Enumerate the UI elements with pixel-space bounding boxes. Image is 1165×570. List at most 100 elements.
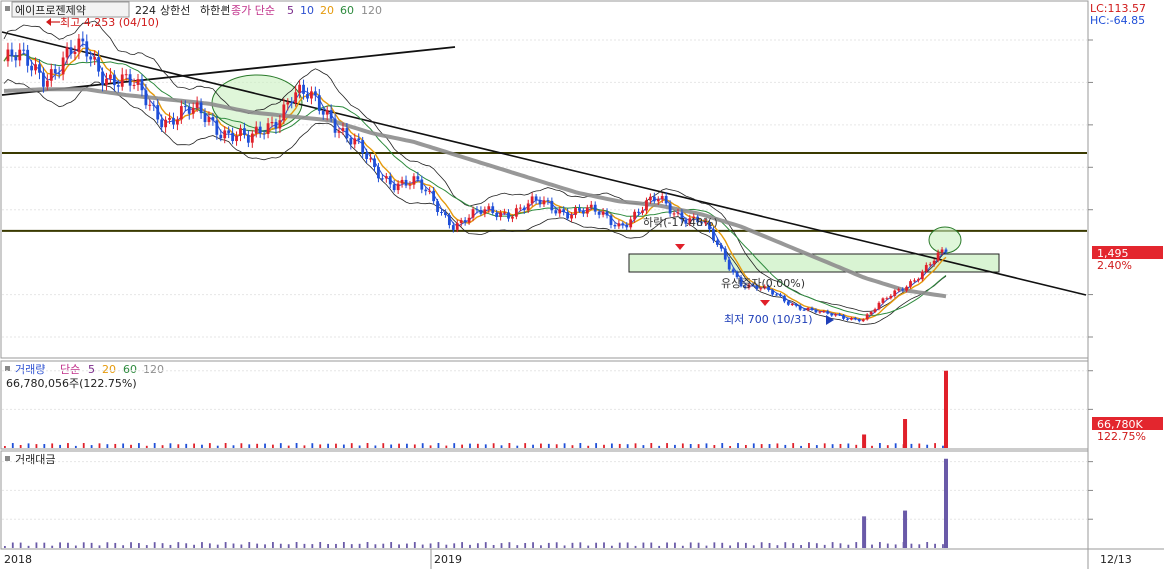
amount-bar (43, 542, 46, 548)
amount-bar (886, 543, 889, 548)
volume-ma-60: 60 (123, 363, 137, 376)
candle-body (712, 229, 715, 241)
candle-body (294, 92, 298, 103)
volume-bar (193, 443, 195, 448)
candle-body (550, 200, 554, 211)
volume-bar (784, 444, 787, 448)
amount-bar (476, 543, 479, 548)
candle-body (290, 102, 294, 104)
candle-body (499, 212, 503, 218)
candle-body (57, 73, 61, 75)
candle-body (530, 196, 534, 204)
candle-body (802, 309, 806, 311)
price-legend: 에이프로젠제약 224 상한선 하한선 종가 단순 5 10 20 60 120 (5, 1, 382, 18)
amount-panel-frame (0, 450, 1089, 550)
trend-lines (1, 31, 1087, 296)
volume-bar (831, 444, 834, 448)
trendline-down-long (1, 31, 1087, 296)
volume-bar (350, 443, 353, 448)
candle-body (818, 311, 822, 313)
amount-bar (4, 546, 6, 548)
candle-body (570, 214, 573, 219)
candle-body (786, 301, 790, 305)
candle-body (629, 219, 633, 228)
candle-body (507, 212, 510, 219)
volume-bar (886, 445, 889, 448)
amount-bar (350, 544, 353, 548)
amount-bar (650, 542, 653, 548)
candle-body (779, 294, 782, 296)
candle-body (73, 51, 77, 55)
candle-body (317, 95, 321, 111)
amount-bars (4, 458, 948, 548)
amount-bar (169, 544, 172, 548)
amount-bar (721, 542, 724, 548)
candle-body (30, 65, 33, 71)
candle-body (34, 64, 37, 71)
amount-bar (453, 543, 456, 548)
volume-bar (98, 443, 101, 448)
amount-bar (19, 542, 22, 548)
drop-label: 하락(-17.48%) (643, 215, 718, 229)
candle-body (641, 210, 644, 213)
price-panel-frame (0, 0, 1089, 359)
amount-spike-bar (944, 458, 948, 548)
candle-body (518, 207, 522, 209)
volume-bar (208, 443, 211, 448)
candle-body (195, 102, 199, 108)
amount-bar (358, 543, 361, 548)
volume-bar (839, 443, 842, 448)
amount-bar (256, 543, 259, 548)
candle-body (144, 90, 148, 106)
upper-limit-label: 상한선 (160, 4, 190, 17)
volume-bar (11, 443, 14, 448)
candle-body (822, 311, 826, 313)
candle-body (109, 74, 112, 79)
candle-body (69, 47, 73, 55)
candle-body (120, 74, 124, 87)
candle-body (672, 213, 676, 215)
candle-body (897, 289, 901, 291)
volume-bar (634, 443, 637, 448)
volume-bar (130, 444, 132, 448)
candle-body (495, 212, 499, 218)
x-label-2018: 2018 (4, 553, 32, 566)
volume-bar (311, 443, 314, 448)
candle-body (353, 138, 357, 145)
candle-body (526, 203, 530, 211)
amount-bar (540, 545, 542, 548)
candle-body (191, 107, 195, 114)
candle-body (436, 201, 439, 212)
amount-bar (335, 543, 337, 548)
candle-body (483, 209, 487, 214)
volume-ma-label: 단순 (60, 363, 80, 376)
legend-marker (5, 6, 10, 11)
volume-bar (161, 445, 164, 448)
candle-body (85, 41, 89, 57)
candle-body (719, 244, 723, 249)
volume-value: 66,780,056주(122.75%) (6, 377, 137, 390)
amount-bar (67, 542, 69, 548)
candle-body (771, 290, 774, 295)
candle-body (846, 318, 849, 320)
volume-bar (185, 443, 188, 448)
volume-bar (59, 444, 61, 448)
volume-bar (358, 445, 361, 448)
volume-bar (319, 444, 322, 448)
candle-body (924, 264, 928, 272)
volume-bar (453, 443, 456, 448)
candle-body (416, 176, 420, 180)
volume-bar (67, 443, 69, 448)
candle-body (140, 79, 144, 91)
candle-body (26, 49, 30, 66)
candle-body (152, 104, 156, 106)
candle-body (538, 200, 542, 205)
candle-body (558, 209, 562, 214)
candle-body (877, 302, 881, 310)
candle-body (648, 196, 652, 201)
amount-bar (327, 544, 329, 548)
candle-body (132, 84, 136, 86)
volume-bar (153, 443, 156, 448)
candle-body (447, 215, 451, 226)
amount-bar (894, 544, 897, 548)
